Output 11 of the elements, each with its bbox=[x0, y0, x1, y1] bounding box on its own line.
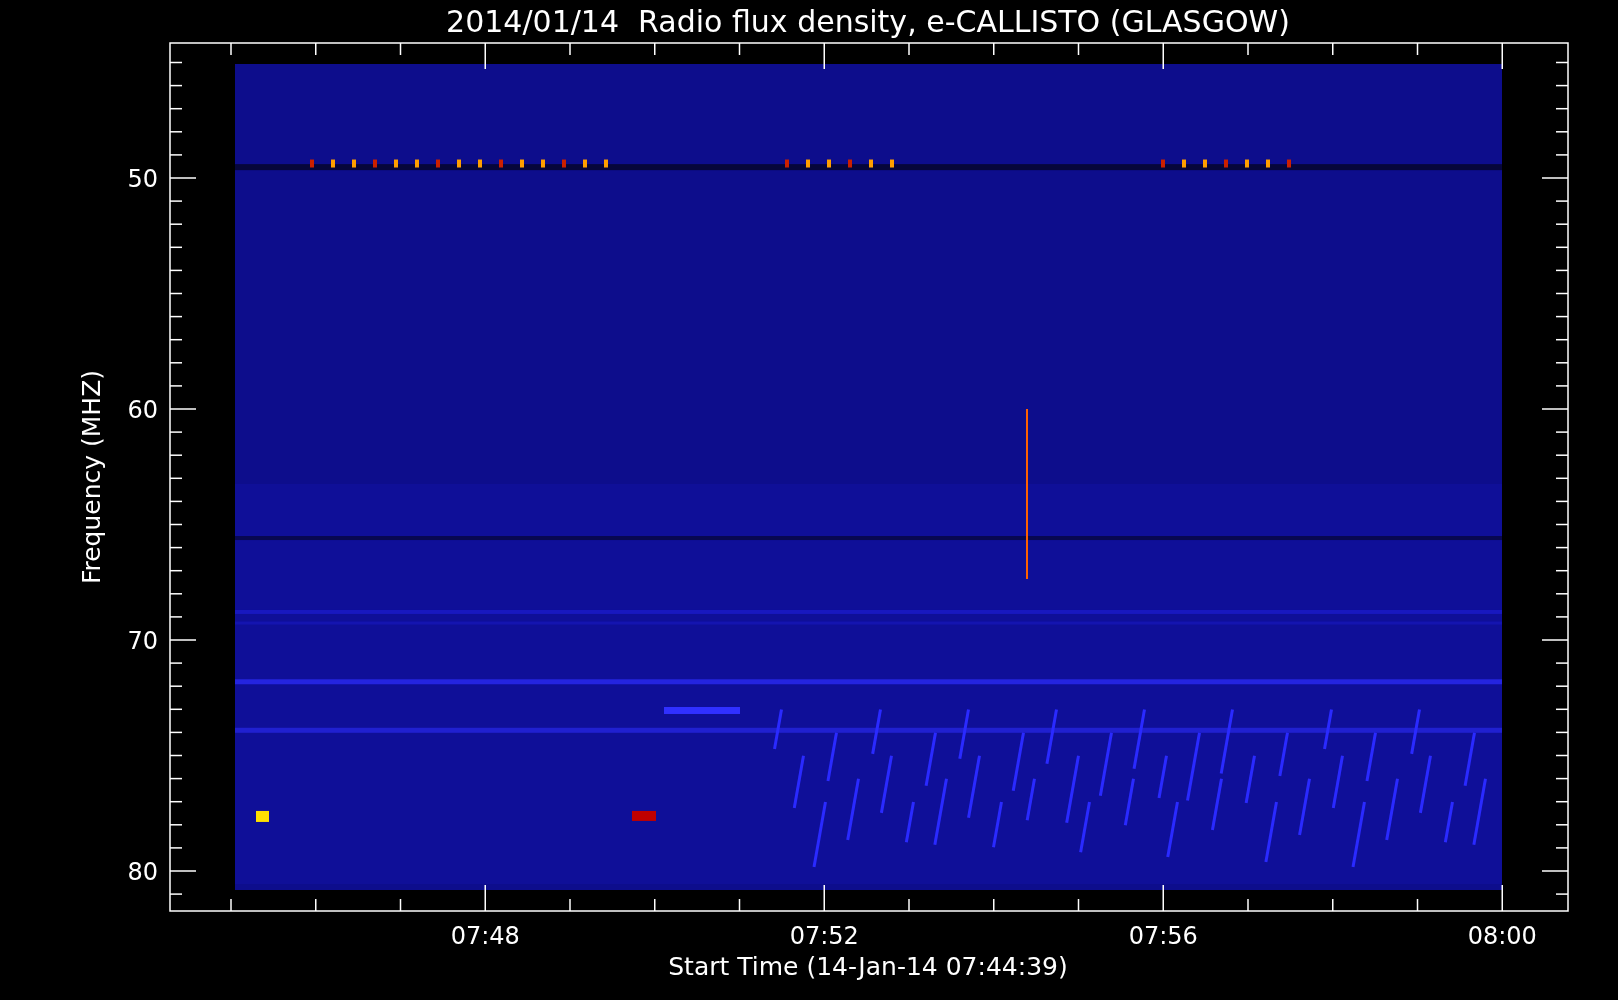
x-tick-label: 07:56 bbox=[1128, 922, 1198, 950]
y-tick-label: 70 bbox=[127, 627, 158, 655]
y-tick-label: 80 bbox=[127, 858, 158, 886]
x-tick-label: 07:48 bbox=[450, 922, 520, 950]
y-tick-label: 50 bbox=[127, 165, 158, 193]
chart-title: 2014/01/14 Radio flux density, e-CALLISTO (GLASGOW) bbox=[446, 4, 1290, 39]
x-axis-label: Start Time (14-Jan-14 07:44:39) bbox=[668, 952, 1068, 981]
y-tick-label: 60 bbox=[127, 396, 158, 424]
y-axis-label: Frequency (MHZ) bbox=[77, 369, 106, 585]
x-tick-label: 07:52 bbox=[789, 922, 859, 950]
x-tick-label: 08:00 bbox=[1467, 922, 1537, 950]
